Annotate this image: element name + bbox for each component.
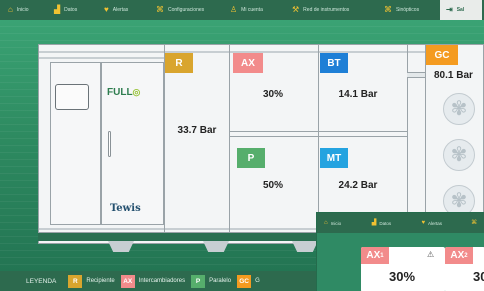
- ax1-tag-sub: 1: [380, 252, 384, 259]
- ax1-card[interactable]: AX 1 ⚠ 30%: [361, 247, 445, 291]
- door-handle: [108, 131, 111, 157]
- nav-sinopticos[interactable]: ⌘ Sinópticos: [384, 0, 440, 20]
- tag-p[interactable]: P: [237, 148, 265, 168]
- full-logo: FULL◎: [107, 87, 140, 98]
- nav-sinopticos-label: Sinópticos: [396, 7, 420, 13]
- bar-chart-icon: ▟: [371, 220, 377, 226]
- tag-mt[interactable]: MT: [320, 148, 348, 168]
- nav-salir-label: Sal: [456, 7, 465, 13]
- tag-bt[interactable]: BT: [320, 53, 348, 73]
- full-logo-ring-icon: ◎: [132, 87, 141, 97]
- legend-bar: LEYENDA R Recipiente AX Intercambiadores…: [0, 271, 318, 291]
- settings-icon: ⌘: [156, 5, 164, 14]
- legend-title: LEYENDA: [26, 277, 57, 285]
- overlay-navbar: ⌂ Inicio ▟ Datos ♥ Alertas ⌘: [317, 213, 484, 233]
- legend-item-p: P Paralelo: [191, 274, 232, 288]
- home-icon: ⌂: [8, 5, 13, 14]
- legend-item-gc: GC G: [237, 274, 260, 288]
- value-p: 50%: [262, 180, 283, 191]
- overlay-window: ⌂ Inicio ▟ Datos ♥ Alertas ⌘ AX 1 ⚠ 30% A…: [316, 212, 484, 291]
- overlay-nav-inicio-label: Inicio: [330, 220, 342, 226]
- legend-swatch-gc: GC: [237, 274, 252, 288]
- control-screen: [55, 84, 89, 110]
- value-mt: 24.2 Bar: [338, 180, 378, 191]
- wrench-icon: ⚒: [292, 5, 300, 14]
- full-logo-text: FULL: [107, 87, 133, 98]
- nav-inicio[interactable]: ⌂ Inicio: [8, 0, 54, 20]
- ax2-tag-sub: 2: [464, 252, 468, 259]
- nav-configuraciones-label: Configuraciones: [168, 7, 205, 13]
- settings-icon: ⌘: [471, 220, 478, 226]
- tag-p-label: P: [247, 152, 255, 164]
- nav-red-de-instrumentos[interactable]: ⚒ Red de instrumentos: [292, 0, 384, 20]
- bar-chart-icon: ▟: [54, 5, 61, 14]
- ax2-tag: AX 2: [445, 247, 473, 264]
- tag-r[interactable]: R: [165, 53, 193, 73]
- nav-configuraciones[interactable]: ⌘ Configuraciones: [156, 0, 230, 20]
- value-gc: 80.1 Bar: [434, 70, 473, 81]
- overlay-nav-inicio[interactable]: ⌂ Inicio: [324, 213, 362, 233]
- tag-ax[interactable]: AX: [233, 53, 263, 73]
- tewis-logo: Tewis: [110, 203, 141, 214]
- logout-icon: ⇥: [446, 5, 453, 14]
- legend-swatch-p: P: [191, 274, 206, 288]
- fan-icon: ✾: [443, 93, 475, 125]
- ax1-tag-text: AX: [366, 250, 381, 261]
- tag-bt-label: BT: [327, 57, 341, 69]
- ax2-value: 30: [473, 269, 484, 284]
- nav-inicio-label: Inicio: [16, 7, 29, 13]
- tag-r-label: R: [175, 57, 183, 69]
- legend-label-p: Paralelo: [209, 278, 232, 284]
- value-r: 33.7 Bar: [177, 125, 217, 136]
- divider-ax-right: [318, 45, 319, 232]
- legend-swatch-r: R: [68, 274, 83, 288]
- legend-label-r: Recipiente: [86, 278, 115, 284]
- nav-red-label: Red de instrumentos: [303, 7, 350, 13]
- ax1-value: 30%: [389, 269, 416, 284]
- synoptic-icon: ⌘: [384, 5, 392, 14]
- legend-label-gc: G: [255, 278, 260, 284]
- ax1-tag: AX 1: [361, 247, 389, 264]
- overlay-nav-alertas[interactable]: ♥ Alertas: [415, 213, 471, 233]
- overlay-nav-alertas-label: Alertas: [428, 220, 443, 226]
- user-icon: ♙: [230, 5, 238, 14]
- tag-gc[interactable]: GC: [426, 45, 458, 65]
- value-bt: 14.1 Bar: [338, 89, 378, 100]
- nav-datos-label: Datos: [64, 7, 78, 13]
- nav-mi-cuenta[interactable]: ♙ Mi cuenta: [230, 0, 292, 20]
- nav-salir[interactable]: ⇥ Sal: [440, 0, 482, 20]
- divider-horizontal-2: [229, 136, 407, 137]
- legend-item-ax: AX Intercambiadores: [120, 274, 186, 288]
- bell-alert-icon: ♥: [104, 5, 109, 14]
- tag-ax-label: AX: [241, 57, 255, 69]
- overlay-nav-datos[interactable]: ▟ Datos: [362, 213, 416, 233]
- divider-horizontal: [229, 131, 407, 132]
- fan-icon: ✾: [443, 139, 475, 171]
- divider-r-left: [164, 45, 165, 232]
- legend-swatch-ax: AX: [120, 274, 135, 288]
- nav-mi-cuenta-label: Mi cuenta: [241, 7, 263, 13]
- legend-label-ax: Intercambiadores: [138, 278, 186, 284]
- ax2-card[interactable]: AX 2 30: [445, 247, 484, 291]
- nav-datos[interactable]: ▟ Datos: [54, 0, 104, 20]
- nav-alertas-label: Alertas: [112, 7, 129, 13]
- tag-mt-label: MT: [326, 152, 342, 164]
- overlay-nav-datos-label: Datos: [379, 220, 392, 226]
- home-icon: ⌂: [324, 220, 328, 226]
- bell-alert-icon: ♥: [421, 220, 425, 226]
- warning-icon: ⚠: [427, 250, 435, 259]
- nav-alertas[interactable]: ♥ Alertas: [104, 0, 156, 20]
- divider-r-right: [229, 45, 230, 232]
- value-ax: 30%: [262, 89, 283, 100]
- tag-gc-label: GC: [434, 49, 450, 61]
- ax2-tag-text: AX: [450, 250, 465, 261]
- pipe-connector-top: [407, 72, 425, 78]
- legend-item-r: R Recipiente: [68, 274, 115, 288]
- overlay-nav-settings[interactable]: ⌘: [471, 213, 484, 233]
- main-navbar: ⌂ Inicio ▟ Datos ♥ Alertas ⌘ Configuraci…: [0, 0, 484, 20]
- cabinet-top-rail-2: [39, 57, 164, 59]
